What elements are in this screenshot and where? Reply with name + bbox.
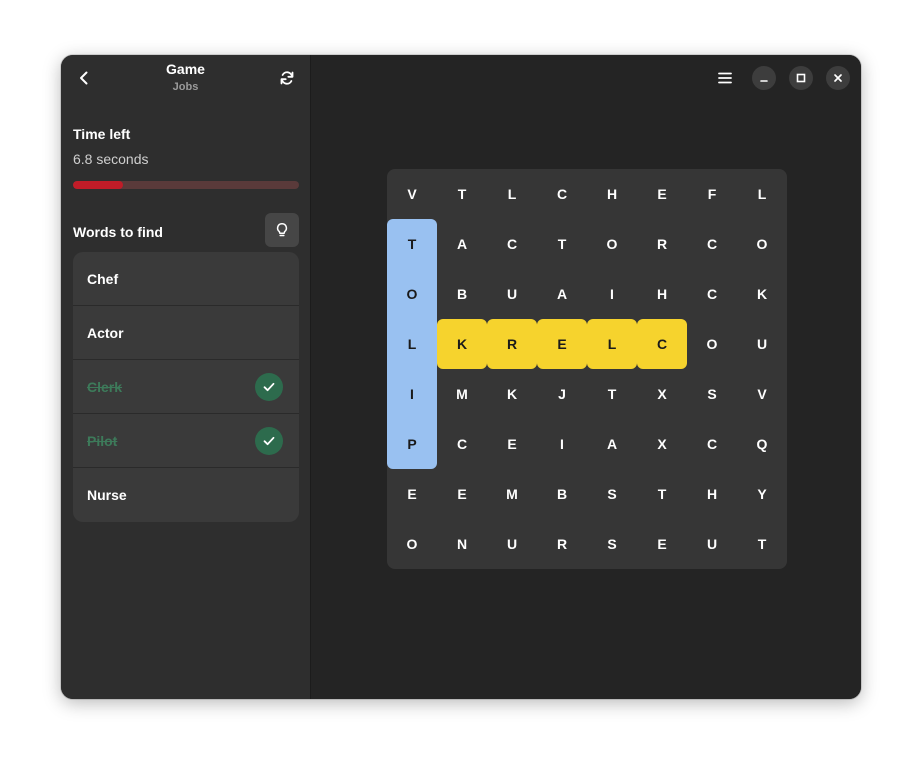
hint-button[interactable] bbox=[265, 213, 299, 247]
grid-cell[interactable]: L bbox=[587, 319, 637, 369]
grid-cell[interactable]: X bbox=[637, 419, 687, 469]
grid-cell[interactable]: K bbox=[487, 369, 537, 419]
refresh-button[interactable] bbox=[270, 61, 304, 95]
grid-cell[interactable]: T bbox=[387, 219, 437, 269]
grid-cell[interactable]: A bbox=[587, 419, 637, 469]
close-icon bbox=[834, 74, 842, 82]
grid-cell[interactable]: E bbox=[387, 469, 437, 519]
word-item-label: Clerk bbox=[87, 378, 123, 395]
app-window: Game Jobs Time left 6.8 seconds Words to… bbox=[61, 55, 861, 699]
word-item-label: Chef bbox=[87, 270, 119, 287]
grid-cell[interactable]: S bbox=[587, 519, 637, 569]
grid-cell[interactable]: O bbox=[737, 219, 787, 269]
word-item[interactable]: Pilot bbox=[73, 414, 299, 468]
grid-cell[interactable]: C bbox=[637, 319, 687, 369]
grid-cell[interactable]: O bbox=[387, 269, 437, 319]
grid-cell[interactable]: V bbox=[737, 369, 787, 419]
grid-cell[interactable]: B bbox=[537, 469, 587, 519]
grid-cell[interactable]: U bbox=[687, 519, 737, 569]
check-icon bbox=[255, 427, 283, 455]
grid-cell[interactable]: E bbox=[637, 169, 687, 219]
grid-cell[interactable]: I bbox=[537, 419, 587, 469]
grid-cell[interactable]: Y bbox=[737, 469, 787, 519]
grid-cell[interactable]: Q bbox=[737, 419, 787, 469]
main-menu-button[interactable] bbox=[708, 61, 742, 95]
grid-cell[interactable]: R bbox=[487, 319, 537, 369]
grid-cell[interactable]: K bbox=[737, 269, 787, 319]
grid-cell[interactable]: T bbox=[537, 219, 587, 269]
grid-cell[interactable]: I bbox=[587, 269, 637, 319]
grid-cell[interactable]: C bbox=[487, 219, 537, 269]
grid-cell[interactable]: E bbox=[487, 419, 537, 469]
grid-cell[interactable]: R bbox=[537, 519, 587, 569]
hamburger-menu-icon bbox=[718, 72, 732, 84]
words-to-find-label: Words to find bbox=[73, 224, 163, 240]
grid-cell[interactable]: O bbox=[587, 219, 637, 269]
grid-cell[interactable]: L bbox=[387, 319, 437, 369]
minimize-button[interactable] bbox=[752, 66, 776, 90]
maximize-button[interactable] bbox=[789, 66, 813, 90]
grid-cell[interactable]: F bbox=[687, 169, 737, 219]
grid-cell[interactable]: O bbox=[687, 319, 737, 369]
grid-cell[interactable]: K bbox=[437, 319, 487, 369]
grid-cell[interactable]: V bbox=[387, 169, 437, 219]
close-button[interactable] bbox=[826, 66, 850, 90]
grid-cell[interactable]: C bbox=[687, 419, 737, 469]
grid-cell[interactable]: J bbox=[537, 369, 587, 419]
grid-cell[interactable]: S bbox=[687, 369, 737, 419]
sidebar: Game Jobs Time left 6.8 seconds Words to… bbox=[61, 55, 311, 699]
maximize-icon bbox=[796, 73, 806, 83]
check-icon bbox=[255, 373, 283, 401]
grid-cell[interactable]: I bbox=[387, 369, 437, 419]
grid-cell[interactable]: U bbox=[737, 319, 787, 369]
letter-grid: VTLCHEFLTACTORCOOBUAIHCKLKRELCOUIMKJTXSV… bbox=[387, 169, 787, 569]
word-item[interactable]: Actor bbox=[73, 306, 299, 360]
grid-cell[interactable]: T bbox=[737, 519, 787, 569]
word-item[interactable]: Clerk bbox=[73, 360, 299, 414]
word-item[interactable]: Nurse bbox=[73, 468, 299, 522]
grid-cell[interactable]: A bbox=[537, 269, 587, 319]
grid-cell[interactable]: C bbox=[437, 419, 487, 469]
grid-cell[interactable]: E bbox=[637, 519, 687, 569]
grid-cell[interactable]: C bbox=[687, 219, 737, 269]
grid-cell[interactable]: L bbox=[737, 169, 787, 219]
grid-cell[interactable]: T bbox=[437, 169, 487, 219]
sidebar-header: Game Jobs bbox=[61, 55, 310, 101]
grid-cell[interactable]: M bbox=[487, 469, 537, 519]
word-item[interactable]: Chef bbox=[73, 252, 299, 306]
time-left-value: 6.8 seconds bbox=[73, 151, 149, 167]
grid-cell[interactable]: E bbox=[437, 469, 487, 519]
grid-cell[interactable]: N bbox=[437, 519, 487, 569]
grid-cell[interactable]: C bbox=[537, 169, 587, 219]
refresh-icon bbox=[280, 71, 294, 85]
grid-cell[interactable]: H bbox=[637, 269, 687, 319]
time-progress-fill bbox=[73, 181, 123, 189]
grid-cell[interactable]: R bbox=[637, 219, 687, 269]
word-item-label: Actor bbox=[87, 324, 124, 341]
time-progress-bar bbox=[73, 181, 299, 189]
grid-cell[interactable]: P bbox=[387, 419, 437, 469]
grid-cell[interactable]: A bbox=[437, 219, 487, 269]
grid-cell[interactable]: L bbox=[487, 169, 537, 219]
grid-cell[interactable]: T bbox=[637, 469, 687, 519]
grid-cell[interactable]: H bbox=[587, 169, 637, 219]
grid-cell[interactable]: S bbox=[587, 469, 637, 519]
grid-cell[interactable]: M bbox=[437, 369, 487, 419]
grid-cell[interactable]: U bbox=[487, 269, 537, 319]
word-item-label: Pilot bbox=[87, 432, 118, 449]
grid-cell[interactable]: T bbox=[587, 369, 637, 419]
grid-cell[interactable]: O bbox=[387, 519, 437, 569]
grid-cell[interactable]: U bbox=[487, 519, 537, 569]
grid-cell[interactable]: E bbox=[537, 319, 587, 369]
word-list: Chef Actor Clerk Pilot Nurse bbox=[73, 252, 299, 522]
grid-cell[interactable]: X bbox=[637, 369, 687, 419]
minimize-icon bbox=[760, 80, 768, 82]
main-area: VTLCHEFLTACTORCOOBUAIHCKLKRELCOUIMKJTXSV… bbox=[311, 55, 861, 699]
grid-cell[interactable]: B bbox=[437, 269, 487, 319]
time-left-label: Time left bbox=[73, 126, 131, 142]
grid-cell[interactable]: H bbox=[687, 469, 737, 519]
grid-cell[interactable]: C bbox=[687, 269, 737, 319]
lightbulb-icon bbox=[276, 223, 288, 237]
word-item-label: Nurse bbox=[87, 487, 127, 503]
